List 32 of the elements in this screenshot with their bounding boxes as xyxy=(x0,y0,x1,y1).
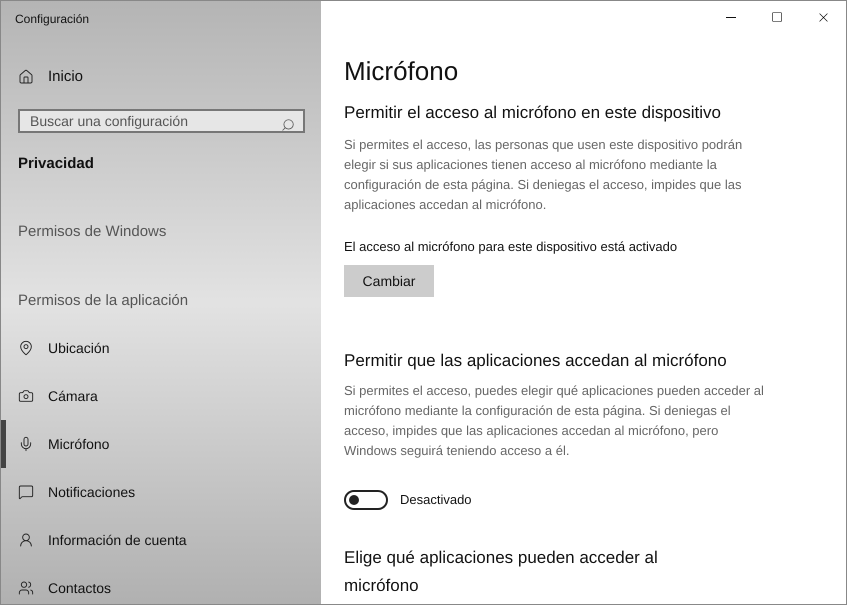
status-text: El acceso al micrófono para este dispositivo está activado xyxy=(344,238,678,256)
home-icon xyxy=(18,69,34,86)
group-label: Permisos de la aplicación xyxy=(17,290,188,310)
toggle-label: Desactivado xyxy=(400,491,472,510)
window-title: Configuración xyxy=(14,11,90,28)
search-icon xyxy=(281,118,295,132)
nav-item[interactable]: Micrófono xyxy=(1,420,321,468)
section-heading: Elige qué aplicaciones pueden acceder al micrófono xyxy=(344,547,659,597)
section-heading: Permitir que las aplicaciones accedan al micrófono xyxy=(344,350,728,372)
search-field[interactable]: Buscar una configuración xyxy=(18,108,305,132)
nav-item-icon xyxy=(18,532,34,548)
nav-item[interactable]: Cámara xyxy=(1,372,321,420)
page-title: Micrófono xyxy=(344,55,458,88)
category-title: Privacidad xyxy=(17,154,94,174)
nav-item-icon xyxy=(18,388,34,404)
change-button[interactable]: Cambiar xyxy=(344,265,434,297)
toggle-switch[interactable] xyxy=(344,490,388,510)
group-label: Permisos de Windows xyxy=(17,222,166,242)
home-link[interactable]: Inicio xyxy=(48,66,84,88)
nav-item-icon xyxy=(18,484,34,500)
maximize-icon xyxy=(771,11,783,23)
nav-item-icon xyxy=(18,436,34,452)
nav-item[interactable]: Notificaciones xyxy=(1,468,321,516)
minimize-icon xyxy=(726,16,736,18)
section-description: Si permites el acceso, las personas que usen este dispositivo podrán elegir si sus aplicaciones tienen acceso al micrófono mediante la configuración de esta página. Si deniegas el acceso, impides que las aplicaciones accedan al micrófono. xyxy=(344,136,744,214)
nav-item[interactable]: Información de cuenta xyxy=(1,516,321,564)
section-description: Si permites el acceso, puedes elegir qué aplicaciones pueden acceder al micrófono mediante la configuración de esta página. Si deniegas el acceso, impides que las aplicaciones accedan al micrófono, pero Windows seguirá teniendo acceso a él. xyxy=(344,382,765,460)
nav-item[interactable]: Contactos xyxy=(1,564,321,604)
section-heading: Permitir el acceso al micrófono en este dispositivo xyxy=(344,102,722,124)
nav-item-icon xyxy=(18,340,34,356)
nav-item[interactable]: Ubicación xyxy=(1,324,321,372)
nav-item-icon xyxy=(18,580,34,596)
